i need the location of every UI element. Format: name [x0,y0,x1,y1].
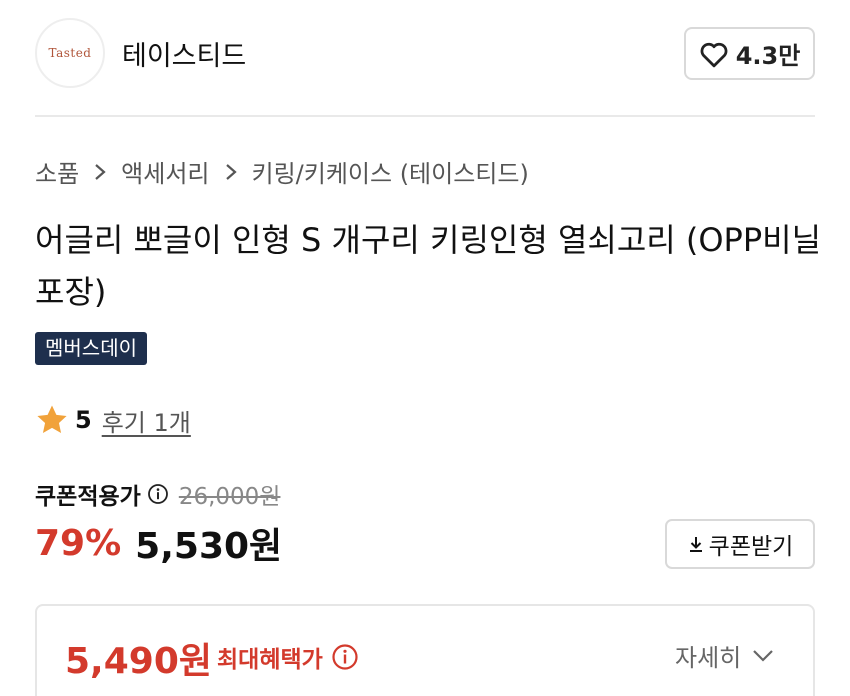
members-day-badge: 멤버스데이 [35,332,147,365]
store-logo[interactable]: Tasted [35,18,105,88]
original-price: 26,000원 [178,484,281,510]
chevron-right-icon [224,162,238,182]
info-icon[interactable] [147,483,169,505]
download-icon [689,537,702,552]
sale-price: 5,530원 [135,526,283,567]
coupon-price-label: 쿠폰적용가 [35,484,141,510]
like-button[interactable]: 4.3만 [684,27,815,80]
store-name[interactable]: 테이스티드 [122,34,246,73]
breadcrumb-item-keyring[interactable]: 키링/키케이스 (테이스티드) [252,154,529,189]
rating-score: 5 [75,406,92,434]
header-divider [35,115,815,117]
price-row: 79% 5,530원 [35,520,283,568]
product-title: 어글리 뽀글이 인형 S 개구리 키링인형 열쇠고리 (OPP비닐 포장) [35,221,822,311]
detail-toggle[interactable]: 자세히 [675,638,775,673]
breadcrumb-item-accessories-category[interactable]: 소품 [35,154,79,189]
info-icon[interactable] [331,643,359,671]
download-coupon-button[interactable]: 쿠폰받기 [665,519,815,569]
store-logo-text: Tasted [48,46,92,60]
rating-row: 5 후기 1개 [35,400,191,440]
coupon-price-label-row: 쿠폰적용가 26,000원 [35,478,280,510]
breadcrumb-item-accessory[interactable]: 액세서리 [121,154,209,189]
max-benefit-box[interactable]: 5,490원 최대혜택가 자세히 [35,604,815,696]
max-benefit-label-group: 최대혜택가 [217,640,359,674]
max-benefit-label: 최대혜택가 [217,647,323,673]
breadcrumb: 소품 액세서리 키링/키케이스 (테이스티드) [35,154,529,189]
like-count: 4.3만 [735,42,801,70]
review-count-link[interactable]: 후기 1개 [102,403,191,438]
chevron-down-icon [753,649,774,662]
download-coupon-label: 쿠폰받기 [708,534,794,560]
chevron-right-icon [93,162,107,182]
store-header: Tasted 테이스티드 4.3만 [0,0,850,116]
discount-rate: 79% [35,522,122,564]
star-icon [37,405,67,434]
heart-icon [700,42,728,67]
detail-toggle-label: 자세히 [675,644,742,672]
max-benefit-price: 5,490원 [65,641,212,682]
